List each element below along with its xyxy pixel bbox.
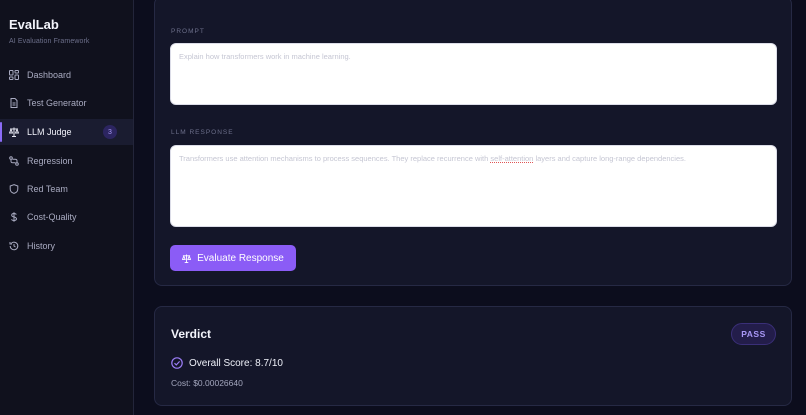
sidebar-item-red-team[interactable]: Red Team — [0, 176, 133, 202]
sidebar-item-label: LLM Judge — [27, 127, 72, 137]
verdict-card: Verdict PASS Overall Score: 8.7/10 Cost:… — [154, 306, 792, 406]
sidebar-item-label: Regression — [27, 156, 73, 166]
git-compare-icon — [9, 156, 19, 166]
app-title: EvalLab — [9, 17, 59, 32]
shield-icon — [9, 184, 19, 194]
sidebar-item-label: Cost-Quality — [27, 212, 77, 222]
app-subtitle: AI Evaluation Framework — [9, 38, 90, 45]
dollar-icon — [9, 212, 19, 222]
spellcheck-flagged-word: self-attention — [490, 154, 534, 163]
response-textarea[interactable]: Transformers use attention mechanisms to… — [170, 145, 777, 227]
overall-score: Overall Score: 8.7/10 — [171, 357, 283, 369]
app-root: EvalLab AI Evaluation Framework Dashboar… — [0, 0, 806, 415]
cost-text: Cost: $0.00026640 — [171, 378, 243, 388]
sidebar-item-llm-judge[interactable]: LLM Judge 3 — [0, 119, 133, 145]
prompt-text: Explain how transformers work in machine… — [179, 52, 351, 61]
count-badge: 3 — [103, 125, 117, 139]
document-icon — [9, 98, 19, 108]
sidebar-item-regression[interactable]: Regression — [0, 148, 133, 174]
check-circle-icon — [171, 357, 183, 369]
prompt-textarea[interactable]: Explain how transformers work in machine… — [170, 43, 777, 105]
scale-icon — [9, 127, 19, 137]
response-text-tail: layers and capture long-range dependenci… — [535, 154, 686, 163]
grid-icon — [9, 70, 19, 80]
sidebar-item-cost-quality[interactable]: Cost-Quality — [0, 204, 133, 230]
score-text: Overall Score: 8.7/10 — [189, 357, 283, 369]
verdict-title: Verdict — [171, 327, 212, 341]
sidebar-item-label: History — [27, 241, 56, 251]
evaluate-button-label: Evaluate Response — [197, 252, 284, 264]
sidebar-item-label: Test Generator — [27, 98, 87, 108]
evaluate-response-button[interactable]: Evaluate Response — [170, 245, 296, 271]
sidebar-item-history[interactable]: History — [0, 233, 133, 259]
scale-icon — [182, 253, 192, 263]
history-icon — [9, 241, 19, 251]
response-label: LLM RESPONSE — [171, 129, 234, 136]
status-badge: PASS — [731, 323, 776, 345]
sidebar: EvalLab AI Evaluation Framework Dashboar… — [0, 0, 134, 415]
response-text: Transformers use attention mechanisms to… — [179, 154, 489, 163]
sidebar-item-test-generator[interactable]: Test Generator — [0, 90, 133, 116]
sidebar-item-label: Red Team — [27, 184, 68, 194]
prompt-label: PROMPT — [171, 28, 205, 35]
evaluation-form-card: PROMPT Explain how transformers work in … — [154, 0, 792, 286]
sidebar-item-label: Dashboard — [27, 70, 72, 80]
sidebar-item-dashboard[interactable]: Dashboard — [0, 62, 133, 88]
